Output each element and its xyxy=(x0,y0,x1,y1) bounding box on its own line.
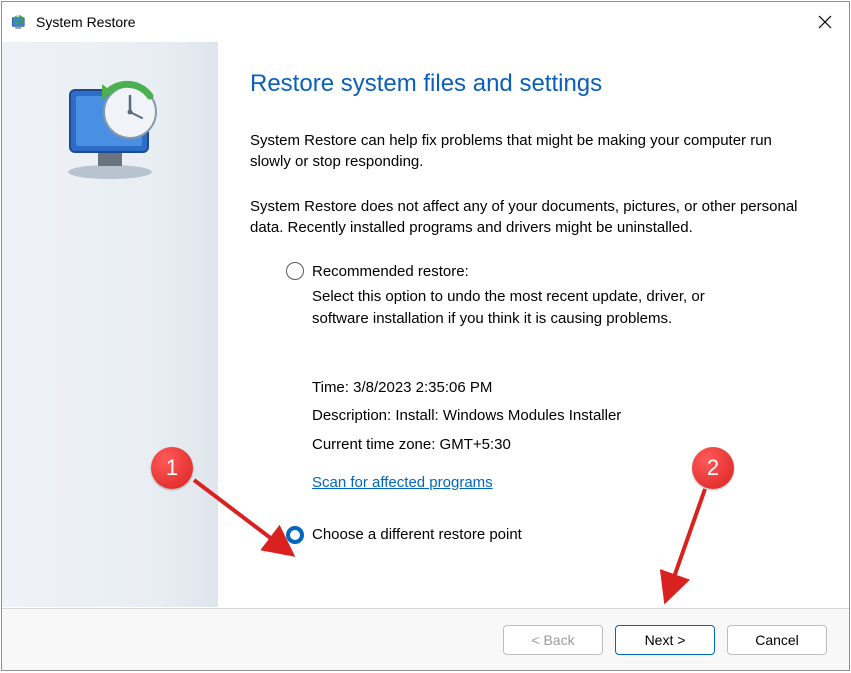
restore-description: Description: Install: Windows Modules In… xyxy=(312,402,804,431)
scan-affected-programs-link[interactable]: Scan for affected programs xyxy=(312,469,493,498)
recommended-label: Recommended restore: xyxy=(312,263,469,280)
content-area: Restore system files and settings System… xyxy=(2,42,849,607)
system-restore-icon xyxy=(10,13,28,31)
restore-time: Time: 3/8/2023 2:35:06 PM xyxy=(312,374,804,403)
radio-icon-selected xyxy=(286,526,304,544)
close-button[interactable] xyxy=(811,10,839,34)
restore-logo-icon xyxy=(50,72,170,182)
page-heading: Restore system files and settings xyxy=(250,70,804,98)
close-icon xyxy=(818,15,832,29)
next-button[interactable]: Next > xyxy=(615,625,715,655)
main-panel: Restore system files and settings System… xyxy=(218,42,849,607)
radio-recommended-restore[interactable]: Recommended restore: xyxy=(286,262,804,280)
footer-buttons: < Back Next > Cancel xyxy=(2,608,849,670)
radio-icon-unselected xyxy=(286,262,304,280)
intro-paragraph-1: System Restore can help fix problems tha… xyxy=(250,130,804,172)
cancel-button[interactable]: Cancel xyxy=(727,625,827,655)
intro-paragraph-2: System Restore does not affect any of yo… xyxy=(250,196,804,238)
back-button[interactable]: < Back xyxy=(503,625,603,655)
titlebar: System Restore xyxy=(2,2,849,42)
radio-different-restore-point[interactable]: Choose a different restore point xyxy=(286,526,804,544)
different-label: Choose a different restore point xyxy=(312,526,522,543)
annotation-badge-2: 2 xyxy=(692,447,734,489)
window-title: System Restore xyxy=(36,14,136,30)
recommended-description: Select this option to undo the most rece… xyxy=(312,286,742,330)
restore-timezone: Current time zone: GMT+5:30 xyxy=(312,431,804,460)
sidebar xyxy=(2,42,218,607)
system-restore-window: System Restore xyxy=(1,1,850,671)
annotation-badge-1: 1 xyxy=(151,447,193,489)
